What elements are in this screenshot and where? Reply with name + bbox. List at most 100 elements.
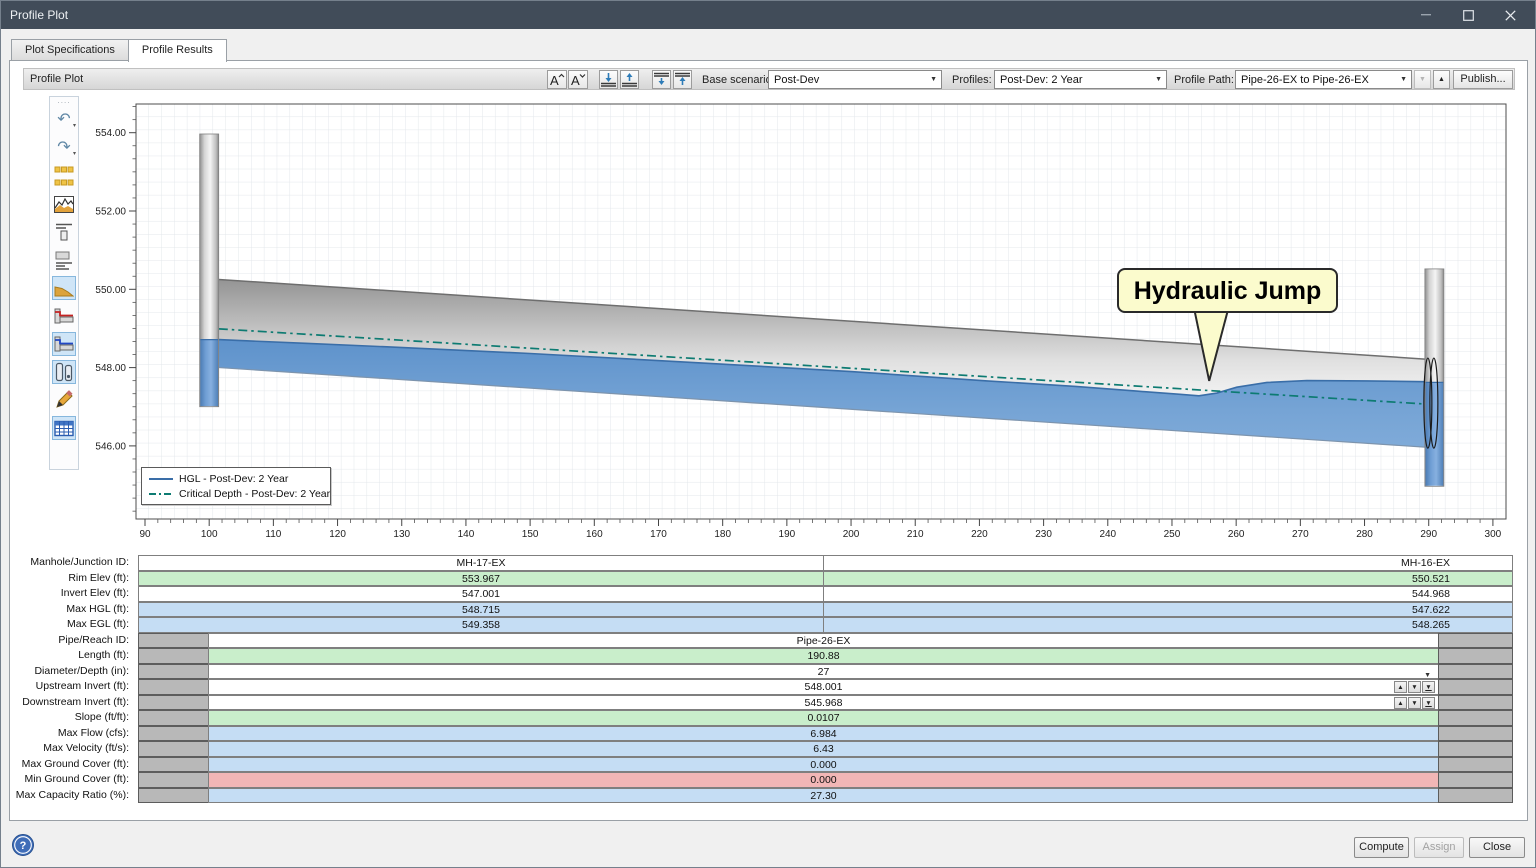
profiles-select[interactable]: Post-Dev: 2 Year ▼: [994, 70, 1167, 89]
window-title: Profile Plot: [10, 8, 68, 22]
tab-strip: Plot Specifications Profile Results: [11, 39, 226, 62]
svg-text:240: 240: [1099, 529, 1116, 540]
ground-surface-button[interactable]: [52, 276, 76, 300]
cell-downstream-manhole-id: MH-16-EX: [823, 555, 1513, 571]
upstream-invert-value: 548.001: [805, 681, 843, 693]
row-label: Max Velocity (ft/s):: [9, 741, 134, 757]
base-scenario-select[interactable]: Post-Dev ▼: [768, 70, 942, 89]
spacer-cell: [1438, 648, 1513, 664]
spin-up-button[interactable]: ▲: [1394, 697, 1407, 709]
spin-to-min-button[interactable]: ▼: [1422, 697, 1435, 709]
title-bar: Profile Plot: [1, 1, 1535, 29]
legend-item-hgl: HGL - Post-Dev: 2 Year: [148, 471, 324, 486]
shift-label-down-button[interactable]: [599, 70, 618, 89]
move-profile-down-button[interactable]: [652, 70, 671, 89]
row-label: Diameter/Depth (in):: [9, 664, 134, 680]
profiles-value: Post-Dev: 2 Year: [1000, 74, 1083, 86]
svg-text:230: 230: [1035, 529, 1052, 540]
cell-downstream-invert[interactable]: 545.968 ▲▼▼: [208, 695, 1439, 711]
egl-display-button[interactable]: [52, 304, 76, 328]
lines-arrow-down-icon: [653, 72, 670, 87]
spacer-cell: [138, 664, 209, 680]
svg-text:250: 250: [1164, 529, 1181, 540]
row-label: Upstream Invert (ft):: [9, 679, 134, 695]
spacer-cell: [1438, 710, 1513, 726]
shift-label-up-button[interactable]: [620, 70, 639, 89]
minimize-button[interactable]: [1405, 1, 1447, 29]
cell-upstream-invert[interactable]: 548.001 ▲▼▼: [208, 679, 1439, 695]
table-display-button[interactable]: [52, 416, 76, 440]
svg-text:210: 210: [907, 529, 924, 540]
move-profile-up-button[interactable]: [673, 70, 692, 89]
undo-icon: ↶: [57, 112, 70, 128]
table-row: Max HGL (ft): 548.715 547.622: [9, 602, 1529, 618]
profile-path-select[interactable]: Pipe-26-EX to Pipe-26-EX ▼: [1235, 70, 1412, 89]
annotation-button[interactable]: [52, 220, 76, 244]
compute-button[interactable]: Compute: [1354, 837, 1409, 858]
arrow-down-to-lines-icon: [600, 72, 617, 87]
spin-to-min-button[interactable]: ▼: [1422, 681, 1435, 693]
maximize-button[interactable]: [1447, 1, 1489, 29]
manholes-display-button[interactable]: [52, 360, 76, 384]
redo-icon: ↷: [57, 140, 70, 156]
row-label: Downstream Invert (ft):: [9, 695, 134, 711]
chevron-down-icon[interactable]: ▼: [1424, 669, 1431, 680]
svg-text:170: 170: [650, 529, 667, 540]
spinner-controls: ▲▼▼: [1394, 697, 1435, 709]
spin-up-button[interactable]: ▲: [1394, 681, 1407, 693]
table-row: Max Capacity Ratio (%): 27.30: [9, 788, 1529, 804]
font-increase-button[interactable]: A: [547, 70, 567, 89]
svg-text:550.00: 550.00: [95, 285, 126, 296]
diameter-value: 27: [818, 666, 830, 678]
tab-plot-specifications[interactable]: Plot Specifications: [11, 39, 129, 61]
publish-button[interactable]: Publish...: [1453, 70, 1513, 89]
toolbar-grip[interactable]: ....: [50, 97, 78, 106]
svg-text:Hydraulic Jump: Hydraulic Jump: [1134, 277, 1322, 305]
triangle-up-icon: ▲: [1438, 76, 1445, 83]
spacer-cell: [1438, 788, 1513, 804]
cell-rim-elev-ds: 550.521: [823, 571, 1513, 587]
table-row: Max EGL (ft): 549.358 548.265: [9, 617, 1529, 633]
zoom-extents-button[interactable]: [52, 164, 76, 188]
font-decrease-button[interactable]: A: [568, 70, 588, 89]
cell-max-capacity-ratio: 27.30: [208, 788, 1439, 804]
font-increase-icon: A: [549, 72, 565, 87]
svg-text:548.00: 548.00: [95, 363, 126, 374]
chevron-down-icon: ▼: [1400, 76, 1407, 83]
profile-path-next-button[interactable]: ▲: [1433, 70, 1450, 89]
profile-chart[interactable]: 9010011012013014015016017018019020021022…: [87, 96, 1515, 546]
hgl-display-button[interactable]: [52, 332, 76, 356]
cell-diameter[interactable]: 27 ▼: [208, 664, 1439, 680]
profile-path-value: Pipe-26-EX to Pipe-26-EX: [1241, 74, 1369, 86]
row-label: Slope (ft/ft):: [9, 710, 134, 726]
close-button[interactable]: [1489, 1, 1531, 29]
undo-button[interactable]: ↶▾: [52, 108, 76, 132]
labels-button[interactable]: [52, 248, 76, 272]
table-row: Rim Elev (ft): 553.967 550.521: [9, 571, 1529, 587]
profile-plot-window: Profile Plot Plot Specifications Profile…: [0, 0, 1536, 868]
dashdot-line-swatch: [148, 491, 174, 497]
svg-text:260: 260: [1228, 529, 1245, 540]
table-row: Diameter/Depth (in): 27 ▼: [9, 664, 1529, 680]
profile-path-previous-button[interactable]: ▼: [1414, 70, 1431, 89]
spacer-cell: [138, 788, 209, 804]
spin-down-button[interactable]: ▼: [1408, 681, 1421, 693]
svg-text:150: 150: [522, 529, 539, 540]
help-button[interactable]: ?: [11, 833, 35, 862]
spin-down-button[interactable]: ▼: [1408, 697, 1421, 709]
assign-button[interactable]: Assign: [1414, 837, 1464, 858]
chevron-down-icon: ▼: [1155, 76, 1162, 83]
edit-button[interactable]: [52, 388, 76, 412]
label-box-icon: [54, 250, 74, 270]
tab-profile-results[interactable]: Profile Results: [128, 39, 227, 62]
row-label: Pipe/Reach ID:: [9, 633, 134, 649]
redo-button[interactable]: ↷▾: [52, 136, 76, 160]
chart-legend: HGL - Post-Dev: 2 Year Critical Depth - …: [141, 467, 331, 505]
spacer-cell: [1438, 757, 1513, 773]
cell-max-hgl-us: 548.715: [138, 602, 824, 618]
arrow-up-from-lines-icon: [621, 72, 638, 87]
plot-image-button[interactable]: [52, 192, 76, 216]
close-dialog-button[interactable]: Close: [1469, 837, 1525, 858]
svg-text:552.00: 552.00: [95, 207, 126, 218]
svg-text:160: 160: [586, 529, 603, 540]
